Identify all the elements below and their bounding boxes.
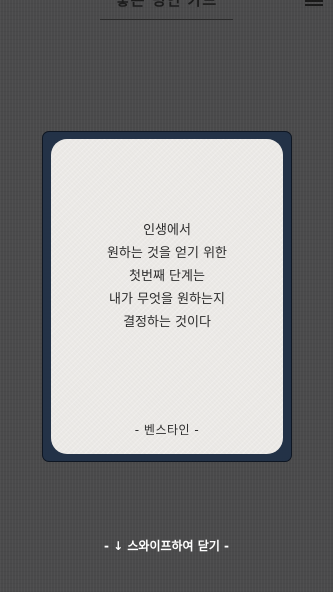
menu-icon[interactable] xyxy=(305,0,323,6)
menu-icon-bar xyxy=(305,4,323,6)
quote-text: 인생에서 원하는 것을 얻기 위한 첫번째 단계는 내가 무엇을 원하는지 결정… xyxy=(51,219,283,334)
top-header: 좋은 명언 카드 xyxy=(0,0,333,26)
quote-line: 내가 무엇을 원하는지 xyxy=(109,292,225,307)
swipe-to-close-hint: - ↓ 스와이프하여 닫기 - xyxy=(103,539,230,553)
menu-icon-bar xyxy=(305,0,323,2)
quote-line: 원하는 것을 얻기 위한 xyxy=(106,246,228,261)
quote-line: 첫번째 단계는 xyxy=(129,269,205,284)
quote-card[interactable]: 인생에서 원하는 것을 얻기 위한 첫번째 단계는 내가 무엇을 원하는지 결정… xyxy=(51,139,283,454)
quote-author: - 벤스타인 - xyxy=(134,423,200,437)
quote-line: 인생에서 xyxy=(143,223,191,238)
title-underline xyxy=(100,19,233,20)
page-title: 좋은 명언 카드 xyxy=(115,0,218,9)
quote-line: 결정하는 것이다 xyxy=(123,315,211,330)
